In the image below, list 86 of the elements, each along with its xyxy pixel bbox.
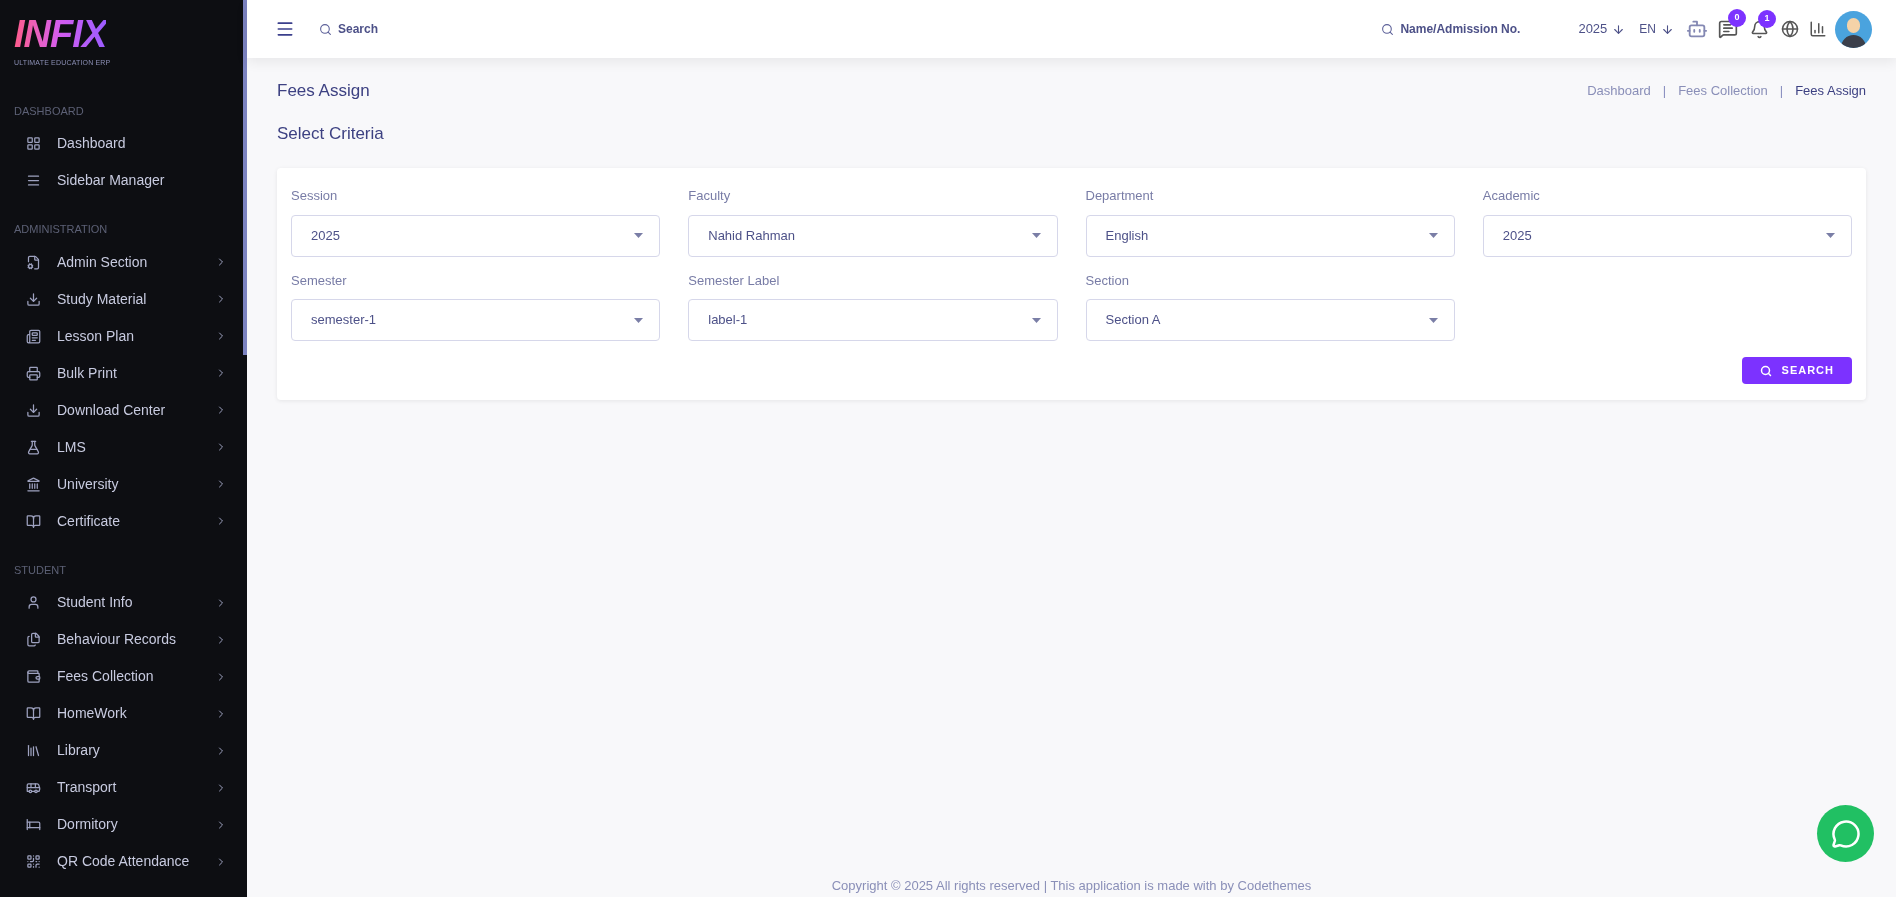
sidebar-item[interactable]: University (0, 465, 247, 503)
select-field[interactable]: English (1085, 214, 1455, 257)
user-icon (26, 595, 41, 610)
section-title: Select Criteria (277, 122, 384, 145)
chat-bubble-icon (1830, 818, 1861, 849)
notification-count-badge: 1 (1758, 9, 1776, 28)
book-icon (26, 513, 41, 529)
sidebar-section-heading: STUDENT (13, 562, 66, 578)
breadcrumb-link[interactable]: Fees Assign (1795, 81, 1866, 101)
sidebar-item[interactable]: Admin Section (0, 243, 247, 281)
breadcrumb-separator: | (1779, 82, 1784, 100)
chart-icon[interactable] (1809, 20, 1827, 38)
printer-icon (26, 365, 41, 381)
sidebar-item[interactable]: Library (0, 732, 247, 769)
search-icon (1759, 364, 1772, 377)
search-icon (1381, 22, 1395, 36)
field-label: Faculty (688, 187, 731, 205)
dropdown-caret-icon (1428, 317, 1438, 323)
field-label: Academic (1482, 187, 1540, 205)
sidebar-item[interactable]: QR Code Attendance (0, 843, 247, 880)
sidebar-item[interactable]: Transport (0, 769, 247, 806)
message-count-badge: 0 (1728, 9, 1746, 27)
dropdown-caret-icon (1031, 233, 1041, 238)
breadcrumb-separator: | (1662, 82, 1667, 100)
field-label: Department (1085, 187, 1154, 205)
download-icon (26, 402, 41, 418)
select-field[interactable]: Nahid Rahman (688, 214, 1058, 257)
student-search-field[interactable]: Name/Admission No. (1400, 20, 1531, 38)
bank-icon (26, 476, 41, 492)
select-field[interactable]: semester-1 (291, 299, 661, 341)
bed-icon (26, 817, 41, 832)
download-icon (26, 291, 41, 307)
sidebar-item[interactable]: Study Material (0, 280, 247, 318)
newspaper-icon (26, 328, 41, 344)
bell-icon[interactable] (1750, 19, 1769, 39)
dropdown-caret-icon (634, 317, 644, 323)
flask-icon (26, 439, 41, 455)
sidebar-item[interactable]: Student Info (0, 584, 247, 621)
search-button[interactable]: SEARCH (1741, 357, 1852, 384)
field-label: Section (1085, 271, 1129, 290)
avatar[interactable] (1835, 10, 1872, 48)
grid-icon (26, 136, 41, 151)
globe-icon[interactable] (1781, 20, 1799, 38)
robot-icon[interactable] (1686, 18, 1708, 40)
sidebar-item[interactable]: Fees Collection (0, 658, 247, 695)
dropdown-caret-icon (1031, 317, 1041, 323)
field-label: Semester (291, 271, 347, 290)
select-field[interactable]: label-1 (688, 299, 1058, 341)
book-icon (26, 706, 41, 721)
sidebar-item[interactable]: Lesson Plan (0, 317, 247, 355)
select-field[interactable]: 2025 (1482, 214, 1852, 257)
select-field[interactable]: 2025 (291, 214, 661, 257)
dropdown-caret-icon (1826, 233, 1835, 238)
search-field[interactable]: Search (338, 20, 438, 38)
sidebar-item[interactable]: Download Center (0, 391, 247, 429)
field-label: Semester Label (688, 271, 780, 290)
dropdown-caret-icon (634, 233, 644, 238)
footer-text: Copyright © 2025 All rights reserved | This application is made with by Codethemes (830, 876, 1313, 895)
search-icon (319, 22, 332, 36)
select-field[interactable]: Section A (1085, 299, 1455, 341)
page-title: Fees Assign (277, 80, 370, 102)
sidebar-item[interactable]: Dashboard (0, 125, 247, 162)
dropdown-caret-icon (1428, 233, 1438, 238)
sidebar-item[interactable]: Dormitory (0, 806, 247, 843)
sidebar-item[interactable]: Sidebar Manager (0, 162, 247, 199)
sidebar-item[interactable]: HomeWork (0, 695, 247, 732)
menu-icon[interactable] (275, 19, 295, 39)
field-label: Session (291, 187, 338, 205)
year-dropdown[interactable]: 2025 (1578, 19, 1626, 39)
sidebar-item[interactable]: Behaviour Records (0, 621, 247, 658)
chat-icon[interactable] (1718, 19, 1738, 39)
language-dropdown[interactable]: EN (1639, 20, 1674, 38)
document-icon (26, 254, 41, 270)
files-icon (26, 632, 41, 647)
books-icon (26, 743, 41, 758)
menu-icon (26, 173, 41, 188)
arrow-down-icon (1661, 22, 1674, 36)
sidebar-section-heading: DASHBOARD (13, 103, 84, 119)
bus-icon (26, 780, 41, 795)
arrow-down-icon (1612, 22, 1626, 36)
wallet-icon (26, 669, 41, 684)
qr-code-icon (26, 854, 41, 869)
sidebar-section-heading: ADMINISTRATION (13, 222, 108, 237)
sidebar-item[interactable]: Certificate (0, 502, 247, 540)
sidebar-item[interactable]: LMS (0, 428, 247, 466)
sidebar-item[interactable]: Bulk Print (0, 354, 247, 392)
